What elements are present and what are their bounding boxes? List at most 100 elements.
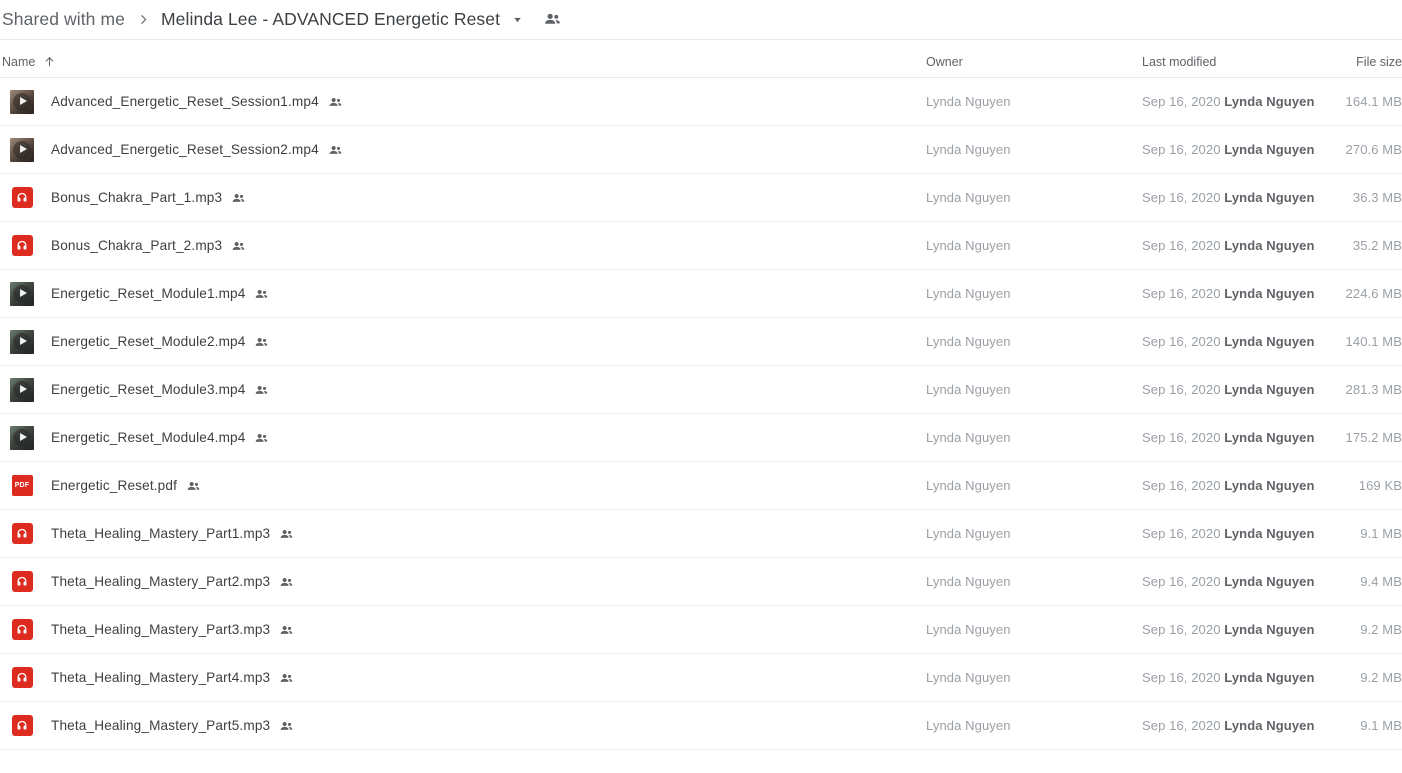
file-last-modified: Sep 16, 2020 Lynda Nguyen [1142,430,1340,445]
table-row[interactable]: Theta_Healing_Mastery_Part1.mp3 Lynda Ngu… [0,510,1402,558]
file-owner: Lynda Nguyen [926,334,1011,349]
file-type-icon [10,89,34,114]
table-row[interactable]: Theta_Healing_Mastery_Part2.mp3 Lynda Ngu… [0,558,1402,606]
play-triangle-icon [19,97,27,105]
table-row[interactable]: Energetic_Reset_Module3.mp4 Lynda Nguyen S… [0,366,1402,414]
file-name-label: Theta_Healing_Mastery_Part5.mp3 [51,718,271,733]
file-size: 9.1 MB [1360,526,1402,541]
file-owner: Lynda Nguyen [926,94,1011,109]
file-last-modified: Sep 16, 2020 Lynda Nguyen [1142,382,1340,397]
last-modified-date: Sep 16, 2020 [1142,382,1221,397]
table-row[interactable]: Theta_Healing_Mastery_Part4.mp3 Lynda Ngu… [0,654,1402,702]
video-thumbnail-icon [10,137,34,162]
file-name-cell[interactable]: Bonus_Chakra_Part_2.mp3 [0,234,926,258]
last-modified-by: Lynda Nguyen [1224,238,1315,253]
file-name-cell[interactable]: Theta_Healing_Mastery_Part5.mp3 [0,714,926,738]
file-name-cell[interactable]: Energetic_Reset_Module1.mp4 [0,281,926,306]
column-header-file-size[interactable]: File size [1340,55,1402,69]
file-type-icon [10,281,34,306]
file-owner: Lynda Nguyen [926,718,1011,733]
shared-people-icon[interactable] [231,239,246,254]
chevron-down-icon[interactable] [511,13,524,26]
audio-icon [11,187,33,208]
shared-people-icon[interactable] [279,575,294,590]
shared-people-icon[interactable] [279,671,294,686]
column-header-owner[interactable]: Owner [926,55,1142,69]
file-type-icon: PDF [10,474,34,498]
last-modified-by: Lynda Nguyen [1224,430,1315,445]
column-header-last-modified[interactable]: Last modified [1142,55,1340,69]
last-modified-date: Sep 16, 2020 [1142,622,1221,637]
last-modified-by: Lynda Nguyen [1224,334,1315,349]
file-name-cell[interactable]: Advanced_Energetic_Reset_Session2.mp4 [0,137,926,162]
table-row[interactable]: Advanced_Energetic_Reset_Session1.mp4 Lyn… [0,78,1402,126]
file-name-cell[interactable]: Theta_Healing_Mastery_Part2.mp3 [0,570,926,594]
video-thumbnail-icon [10,329,34,354]
audio-icon [11,667,33,688]
audio-icon [11,715,33,736]
last-modified-date: Sep 16, 2020 [1142,142,1221,157]
file-last-modified: Sep 16, 2020 Lynda Nguyen [1142,574,1340,589]
last-modified-by: Lynda Nguyen [1224,94,1315,109]
file-name-cell[interactable]: Bonus_Chakra_Part_1.mp3 [0,186,926,210]
file-last-modified: Sep 16, 2020 Lynda Nguyen [1142,238,1340,253]
table-row[interactable]: Energetic_Reset_Module4.mp4 Lynda Nguyen S… [0,414,1402,462]
shared-people-icon[interactable] [254,335,269,350]
shared-people-icon[interactable] [279,719,294,734]
table-row[interactable]: Energetic_Reset_Module1.mp4 Lynda Nguyen S… [0,270,1402,318]
file-last-modified: Sep 16, 2020 Lynda Nguyen [1142,478,1340,493]
file-name-cell[interactable]: PDF Energetic_Reset.pdf [0,474,926,498]
file-name-cell[interactable]: Advanced_Energetic_Reset_Session1.mp4 [0,89,926,114]
shared-people-icon[interactable] [231,191,246,206]
table-row[interactable]: Theta_Healing_Mastery_Part3.mp3 Lynda Ngu… [0,606,1402,654]
last-modified-date: Sep 16, 2020 [1142,430,1221,445]
file-name-cell[interactable]: Theta_Healing_Mastery_Part4.mp3 [0,666,926,690]
column-header-name[interactable]: Name [0,55,926,69]
breadcrumb-current-folder[interactable]: Melinda Lee - ADVANCED Energetic Reset [161,9,500,30]
shared-people-icon[interactable] [254,431,269,446]
play-triangle-icon [19,385,27,393]
file-name-cell[interactable]: Energetic_Reset_Module4.mp4 [0,425,926,450]
shared-people-icon[interactable] [254,287,269,302]
shared-people-icon[interactable] [328,143,343,158]
file-name-cell[interactable]: Theta_Healing_Mastery_Part1.mp3 [0,522,926,546]
audio-icon [11,571,33,592]
file-type-icon [10,714,34,738]
file-owner: Lynda Nguyen [926,622,1011,637]
arrow-up-icon[interactable] [43,55,56,68]
last-modified-by: Lynda Nguyen [1224,478,1315,493]
file-last-modified: Sep 16, 2020 Lynda Nguyen [1142,142,1340,157]
file-owner: Lynda Nguyen [926,430,1011,445]
table-row[interactable]: Bonus_Chakra_Part_2.mp3 Lynda Nguyen Sep 1… [0,222,1402,270]
table-row[interactable]: Bonus_Chakra_Part_1.mp3 Lynda Nguyen Sep 1… [0,174,1402,222]
table-row[interactable]: PDF Energetic_Reset.pdf Lynda Nguyen Sep 16… [0,462,1402,510]
last-modified-date: Sep 16, 2020 [1142,574,1221,589]
table-row[interactable]: Advanced_Energetic_Reset_Session2.mp4 Lyn… [0,126,1402,174]
file-size: 164.1 MB [1345,94,1402,109]
shared-people-icon[interactable] [328,95,343,110]
table-row[interactable]: Theta_Healing_Mastery_Part5.mp3 Lynda Ngu… [0,702,1402,750]
last-modified-by: Lynda Nguyen [1224,142,1315,157]
table-row[interactable]: Energetic_Reset_Module2.mp4 Lynda Nguyen S… [0,318,1402,366]
file-name-cell[interactable]: Theta_Healing_Mastery_Part3.mp3 [0,618,926,642]
file-size: 9.2 MB [1360,622,1402,637]
shared-people-icon[interactable] [254,383,269,398]
last-modified-by: Lynda Nguyen [1224,622,1315,637]
file-name-label: Energetic_Reset_Module4.mp4 [51,430,246,445]
file-type-icon [10,570,34,594]
file-type-icon [10,137,34,162]
file-owner: Lynda Nguyen [926,574,1011,589]
shared-people-icon[interactable] [279,623,294,638]
breadcrumb-root[interactable]: Shared with me [2,9,125,30]
shared-people-icon[interactable] [186,479,201,494]
people-icon[interactable] [543,10,562,29]
file-name-cell[interactable]: Energetic_Reset_Module3.mp4 [0,377,926,402]
file-type-icon [10,377,34,402]
shared-people-icon[interactable] [279,527,294,542]
file-size: 270.6 MB [1345,142,1402,157]
audio-icon [11,619,33,640]
file-type-icon [10,234,34,258]
last-modified-date: Sep 16, 2020 [1142,526,1221,541]
file-name-cell[interactable]: Energetic_Reset_Module2.mp4 [0,329,926,354]
audio-icon [11,523,33,544]
